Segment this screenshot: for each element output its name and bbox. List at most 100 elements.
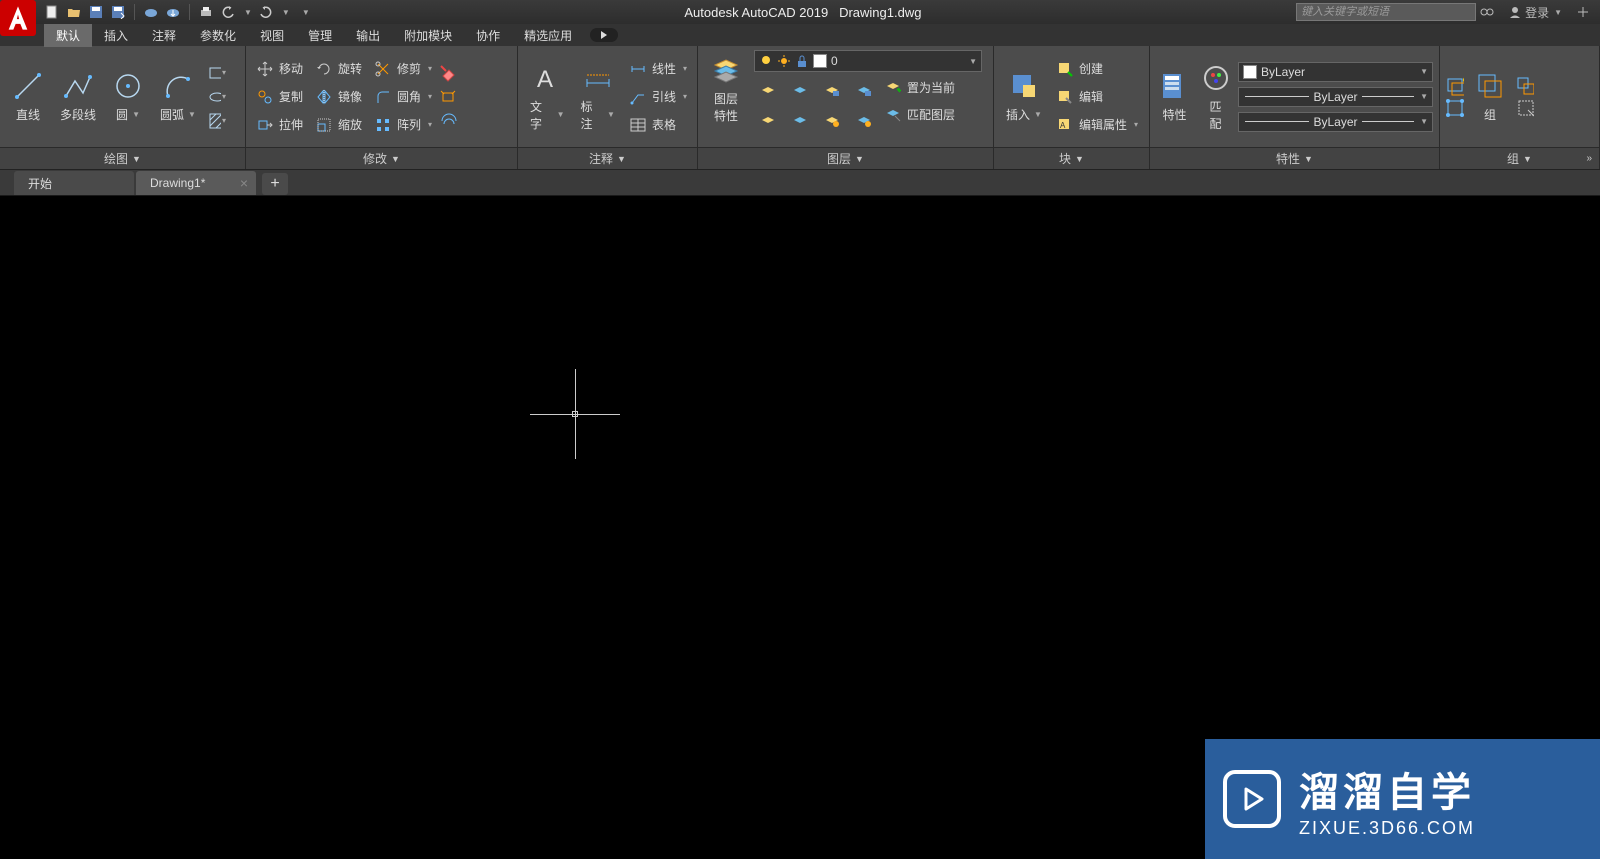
layer-off-button[interactable] — [754, 78, 782, 104]
qat-cloud-open-icon[interactable] — [143, 4, 159, 20]
color-swatch — [1243, 65, 1257, 79]
panel-properties-title[interactable]: 特性▼» — [1150, 147, 1439, 169]
rotate-icon — [315, 60, 333, 78]
fillet-button[interactable]: 圆角▾ — [370, 86, 436, 108]
group-edit-button[interactable] — [1446, 99, 1464, 117]
qat-saveas-icon[interactable] — [110, 4, 126, 20]
panel-draw-title[interactable]: 绘图▼ — [0, 147, 245, 169]
tab-featured[interactable]: 精选应用 — [512, 24, 584, 47]
polyline-label: 多段线 — [60, 106, 96, 123]
qat-cloud-save-icon[interactable] — [165, 4, 181, 20]
polyline-icon — [62, 70, 94, 102]
arc-button[interactable]: 圆弧▼ — [154, 66, 202, 127]
line-icon — [12, 70, 44, 102]
explode-button[interactable] — [440, 88, 458, 106]
text-button[interactable]: A 文字▼ — [524, 58, 570, 136]
tab-insert[interactable]: 插入 — [92, 24, 140, 47]
panel-layers-title[interactable]: 图层▼ — [698, 147, 993, 169]
exchange-button[interactable] — [1572, 5, 1594, 19]
layer-thaw-button[interactable] — [786, 108, 814, 134]
edit-attr-button[interactable]: A编辑属性▾ — [1052, 114, 1142, 136]
erase-button[interactable] — [440, 64, 458, 82]
tab-output[interactable]: 输出 — [344, 24, 392, 47]
edit-block-button[interactable]: 编辑 — [1052, 86, 1142, 108]
qat-undo-icon[interactable] — [220, 4, 236, 20]
layer-unisolate-button[interactable] — [850, 108, 878, 134]
mirror-icon — [315, 88, 333, 106]
qat-new-icon[interactable] — [44, 4, 60, 20]
rotate-button[interactable]: 旋转 — [311, 58, 366, 80]
tab-manage[interactable]: 管理 — [296, 24, 344, 47]
qat-redo-dropdown[interactable]: ▼ — [282, 8, 290, 17]
layer-dropdown[interactable]: 0 ▼ — [754, 50, 982, 72]
offset-button[interactable] — [440, 112, 458, 130]
panel-annotate-title[interactable]: 注释▼ — [518, 147, 697, 169]
panel-group-title[interactable]: 组▼ — [1440, 147, 1599, 169]
match-layer-button[interactable]: 匹配图层 — [884, 105, 955, 123]
drawing-area[interactable]: 溜溜自学 ZIXUE.3D66.COM — [0, 196, 1600, 859]
qat-print-icon[interactable] — [198, 4, 214, 20]
leader-button[interactable]: 引线▾ — [625, 86, 691, 108]
dimension-icon — [582, 62, 614, 94]
props-palette-button[interactable]: 特性 — [1156, 66, 1193, 127]
tab-home[interactable]: 默认 — [44, 24, 92, 47]
group-button[interactable]: 组 — [1468, 66, 1512, 127]
array-button[interactable]: 阵列▾ — [370, 114, 436, 136]
filetab-drawing1[interactable]: Drawing1* × — [136, 171, 256, 195]
layer-properties-button[interactable]: 图层 特性 — [704, 50, 748, 128]
polyline-button[interactable]: 多段线 — [54, 66, 102, 127]
layer-on-button[interactable] — [754, 108, 782, 134]
qat-open-icon[interactable] — [66, 4, 82, 20]
filetab-start[interactable]: 开始 — [14, 171, 134, 195]
infocenter-search-button[interactable] — [1476, 5, 1498, 19]
rectangle-button[interactable]: ▾ — [208, 64, 226, 82]
qat-undo-dropdown[interactable]: ▼ — [244, 8, 252, 17]
color-dropdown[interactable]: ByLayer ▼ — [1238, 62, 1433, 82]
dimension-button[interactable]: 标注▼ — [574, 58, 620, 136]
insert-block-button[interactable]: 插入▼ — [1000, 66, 1048, 127]
layer-lock-button[interactable] — [818, 78, 846, 104]
play-icon — [599, 30, 609, 40]
panel-block-title[interactable]: 块▼ — [994, 147, 1149, 169]
app-logo[interactable] — [0, 0, 36, 36]
new-tab-button[interactable]: + — [262, 173, 288, 195]
line-button[interactable]: 直线 — [6, 66, 50, 127]
qat-save-icon[interactable] — [88, 4, 104, 20]
layer-freeze-button[interactable] — [786, 78, 814, 104]
signin-button[interactable]: 登录 ▼ — [1504, 4, 1566, 21]
group-create-button[interactable] — [1446, 77, 1464, 95]
close-tab-button[interactable]: × — [240, 175, 248, 191]
tab-collaborate[interactable]: 协作 — [464, 24, 512, 47]
panel-modify-title[interactable]: 修改▼ — [246, 147, 517, 169]
search-input[interactable]: 键入关键字或短语 — [1296, 3, 1476, 21]
linear-button[interactable]: 线性▾ — [625, 58, 691, 80]
tab-parametric[interactable]: 参数化 — [188, 24, 248, 47]
tab-annotate[interactable]: 注释 — [140, 24, 188, 47]
tab-play-button[interactable] — [590, 28, 618, 42]
create-block-button[interactable]: 创建 — [1052, 58, 1142, 80]
create-block-icon — [1056, 60, 1074, 78]
ungroup-button[interactable] — [1516, 77, 1534, 95]
ellipse-button[interactable]: ▾ — [208, 88, 226, 106]
lineweight-dropdown[interactable]: ByLayer ▼ — [1238, 87, 1433, 107]
circle-button[interactable]: 圆▼ — [106, 66, 150, 127]
mirror-button[interactable]: 镜像 — [311, 86, 366, 108]
trim-button[interactable]: 修剪▾ — [370, 58, 436, 80]
table-button[interactable]: 表格 — [625, 114, 691, 136]
qat-customize-dropdown[interactable]: ▼ — [302, 8, 310, 17]
layer-unlock-button[interactable] — [818, 108, 846, 134]
scale-button[interactable]: 缩放 — [311, 114, 366, 136]
tab-view[interactable]: 视图 — [248, 24, 296, 47]
hatch-button[interactable]: ▾ — [208, 112, 226, 130]
match-props-button[interactable]: 匹 配 — [1197, 58, 1234, 136]
make-current-button[interactable]: 置为当前 — [884, 78, 955, 96]
group-select-button[interactable] — [1516, 99, 1534, 117]
layer-isolate-button[interactable] — [850, 78, 878, 104]
stretch-button[interactable]: 拉伸 — [252, 114, 307, 136]
qat-redo-icon[interactable] — [258, 4, 274, 20]
tab-addins[interactable]: 附加模块 — [392, 24, 464, 47]
move-button[interactable]: 移动 — [252, 58, 307, 80]
match-props-icon — [1200, 62, 1232, 94]
linetype-dropdown[interactable]: ByLayer ▼ — [1238, 112, 1433, 132]
copy-button[interactable]: 复制 — [252, 86, 307, 108]
